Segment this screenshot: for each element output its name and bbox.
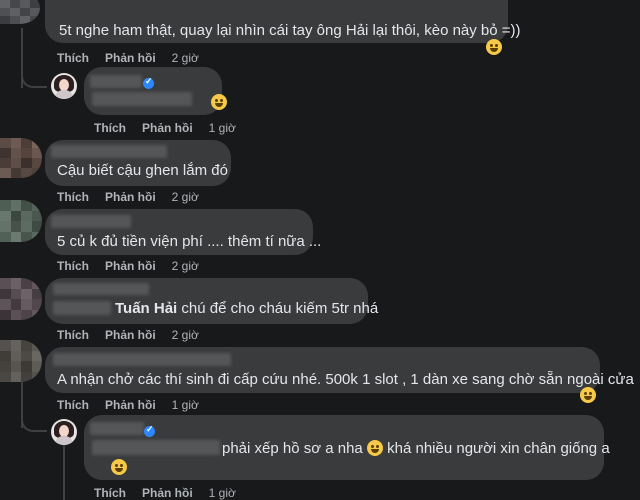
- timestamp[interactable]: 2 giờ: [172, 51, 199, 65]
- rofl-emoji-icon: [111, 459, 128, 475]
- commenter-avatar[interactable]: [0, 200, 42, 242]
- replier-avatar[interactable]: [51, 419, 77, 445]
- reply-text: phải xếp hồ sơ a nha khá nhiều người xin…: [222, 440, 610, 457]
- redacted-name: [53, 353, 231, 366]
- reply-actions: Thích Phản hồi 1 giờ: [94, 486, 236, 500]
- commenter-avatar[interactable]: [0, 340, 42, 382]
- rofl-emoji-icon: [211, 94, 228, 110]
- redacted-mention: [53, 301, 111, 315]
- laughing-emoji-icon: [580, 387, 596, 403]
- laughing-emoji-icon: [486, 39, 502, 55]
- comment-text: 5t nghe ham thật, quay lại nhìn cái tay …: [59, 22, 521, 39]
- like-button[interactable]: Thích: [57, 51, 89, 65]
- like-button[interactable]: Thích: [57, 398, 89, 412]
- replier-avatar[interactable]: [51, 73, 77, 99]
- comment-bubble: 5t nghe ham thật, quay lại nhìn cái tay …: [45, 0, 521, 55]
- like-button[interactable]: Thích: [57, 259, 89, 273]
- redacted-name: [90, 75, 142, 88]
- timestamp[interactable]: 1 giờ: [209, 486, 236, 500]
- redacted-text: [92, 440, 220, 455]
- reply-button[interactable]: Phản hồi: [105, 259, 156, 273]
- comment-actions: Thích Phản hồi 1 giờ: [57, 398, 199, 412]
- like-button[interactable]: Thích: [94, 486, 126, 500]
- commenter-avatar[interactable]: [0, 278, 42, 320]
- redacted-text: [92, 92, 192, 106]
- reply-bubble: phải xếp hồ sơ a nha khá nhiều người xin…: [84, 415, 610, 480]
- comment-bubble: Cậu biết cậu ghen lắm đó: [45, 140, 231, 186]
- reply-actions: Thích Phản hồi 1 giờ: [94, 121, 236, 135]
- timestamp[interactable]: 2 giờ: [172, 259, 199, 273]
- comment-text: Tuấn Hải chú để cho cháu kiếm 5tr nhá: [115, 300, 379, 317]
- reply-bubble: [84, 67, 228, 115]
- comment-bubble: 5 củ k đủ tiền viện phí .... thêm tí nữa…: [45, 209, 321, 255]
- reply-button[interactable]: Phản hồi: [142, 486, 193, 500]
- verified-badge-icon: [144, 424, 155, 437]
- thread-connector: [21, 408, 47, 432]
- comment-text: A nhận chở các thí sinh đi cấp cứu nhé. …: [57, 371, 634, 388]
- thread-connector: [21, 66, 47, 88]
- timestamp[interactable]: 1 giờ: [209, 121, 236, 135]
- timestamp[interactable]: 1 giờ: [172, 398, 199, 412]
- reply-button[interactable]: Phản hồi: [142, 121, 193, 135]
- redacted-name: [90, 422, 144, 435]
- redacted-name: [53, 283, 149, 295]
- timestamp[interactable]: 2 giờ: [172, 328, 199, 342]
- commenter-avatar[interactable]: [0, 0, 40, 24]
- reply-button[interactable]: Phản hồi: [105, 398, 156, 412]
- comment-actions: Thích Phản hồi 2 giờ: [57, 328, 199, 342]
- comment-actions: Thích Phản hồi 2 giờ: [57, 190, 199, 204]
- comment-actions: Thích Phản hồi 2 giờ: [57, 51, 199, 65]
- mention-link[interactable]: Tuấn Hải: [115, 300, 177, 317]
- commenter-avatar[interactable]: [0, 138, 42, 178]
- like-button[interactable]: Thích: [57, 190, 89, 204]
- redacted-name: [51, 215, 131, 228]
- thread-line: [63, 444, 65, 500]
- like-button[interactable]: Thích: [57, 328, 89, 342]
- rofl-emoji-icon: [366, 440, 383, 456]
- comment-actions: Thích Phản hồi 2 giờ: [57, 259, 199, 273]
- redacted-name: [51, 145, 167, 158]
- timestamp[interactable]: 2 giờ: [172, 190, 199, 204]
- verified-badge-icon: [143, 76, 154, 89]
- comment-text: 5 củ k đủ tiền viện phí .... thêm tí nữa…: [57, 233, 322, 250]
- comment-text: Cậu biết cậu ghen lắm đó: [57, 162, 228, 179]
- reply-button[interactable]: Phản hồi: [105, 190, 156, 204]
- comment-bubble: Tuấn Hải chú để cho cháu kiếm 5tr nhá: [45, 278, 378, 324]
- reply-button[interactable]: Phản hồi: [105, 51, 156, 65]
- reply-button[interactable]: Phản hồi: [105, 328, 156, 342]
- comment-bubble: A nhận chở các thí sinh đi cấp cứu nhé. …: [45, 347, 634, 403]
- like-button[interactable]: Thích: [94, 121, 126, 135]
